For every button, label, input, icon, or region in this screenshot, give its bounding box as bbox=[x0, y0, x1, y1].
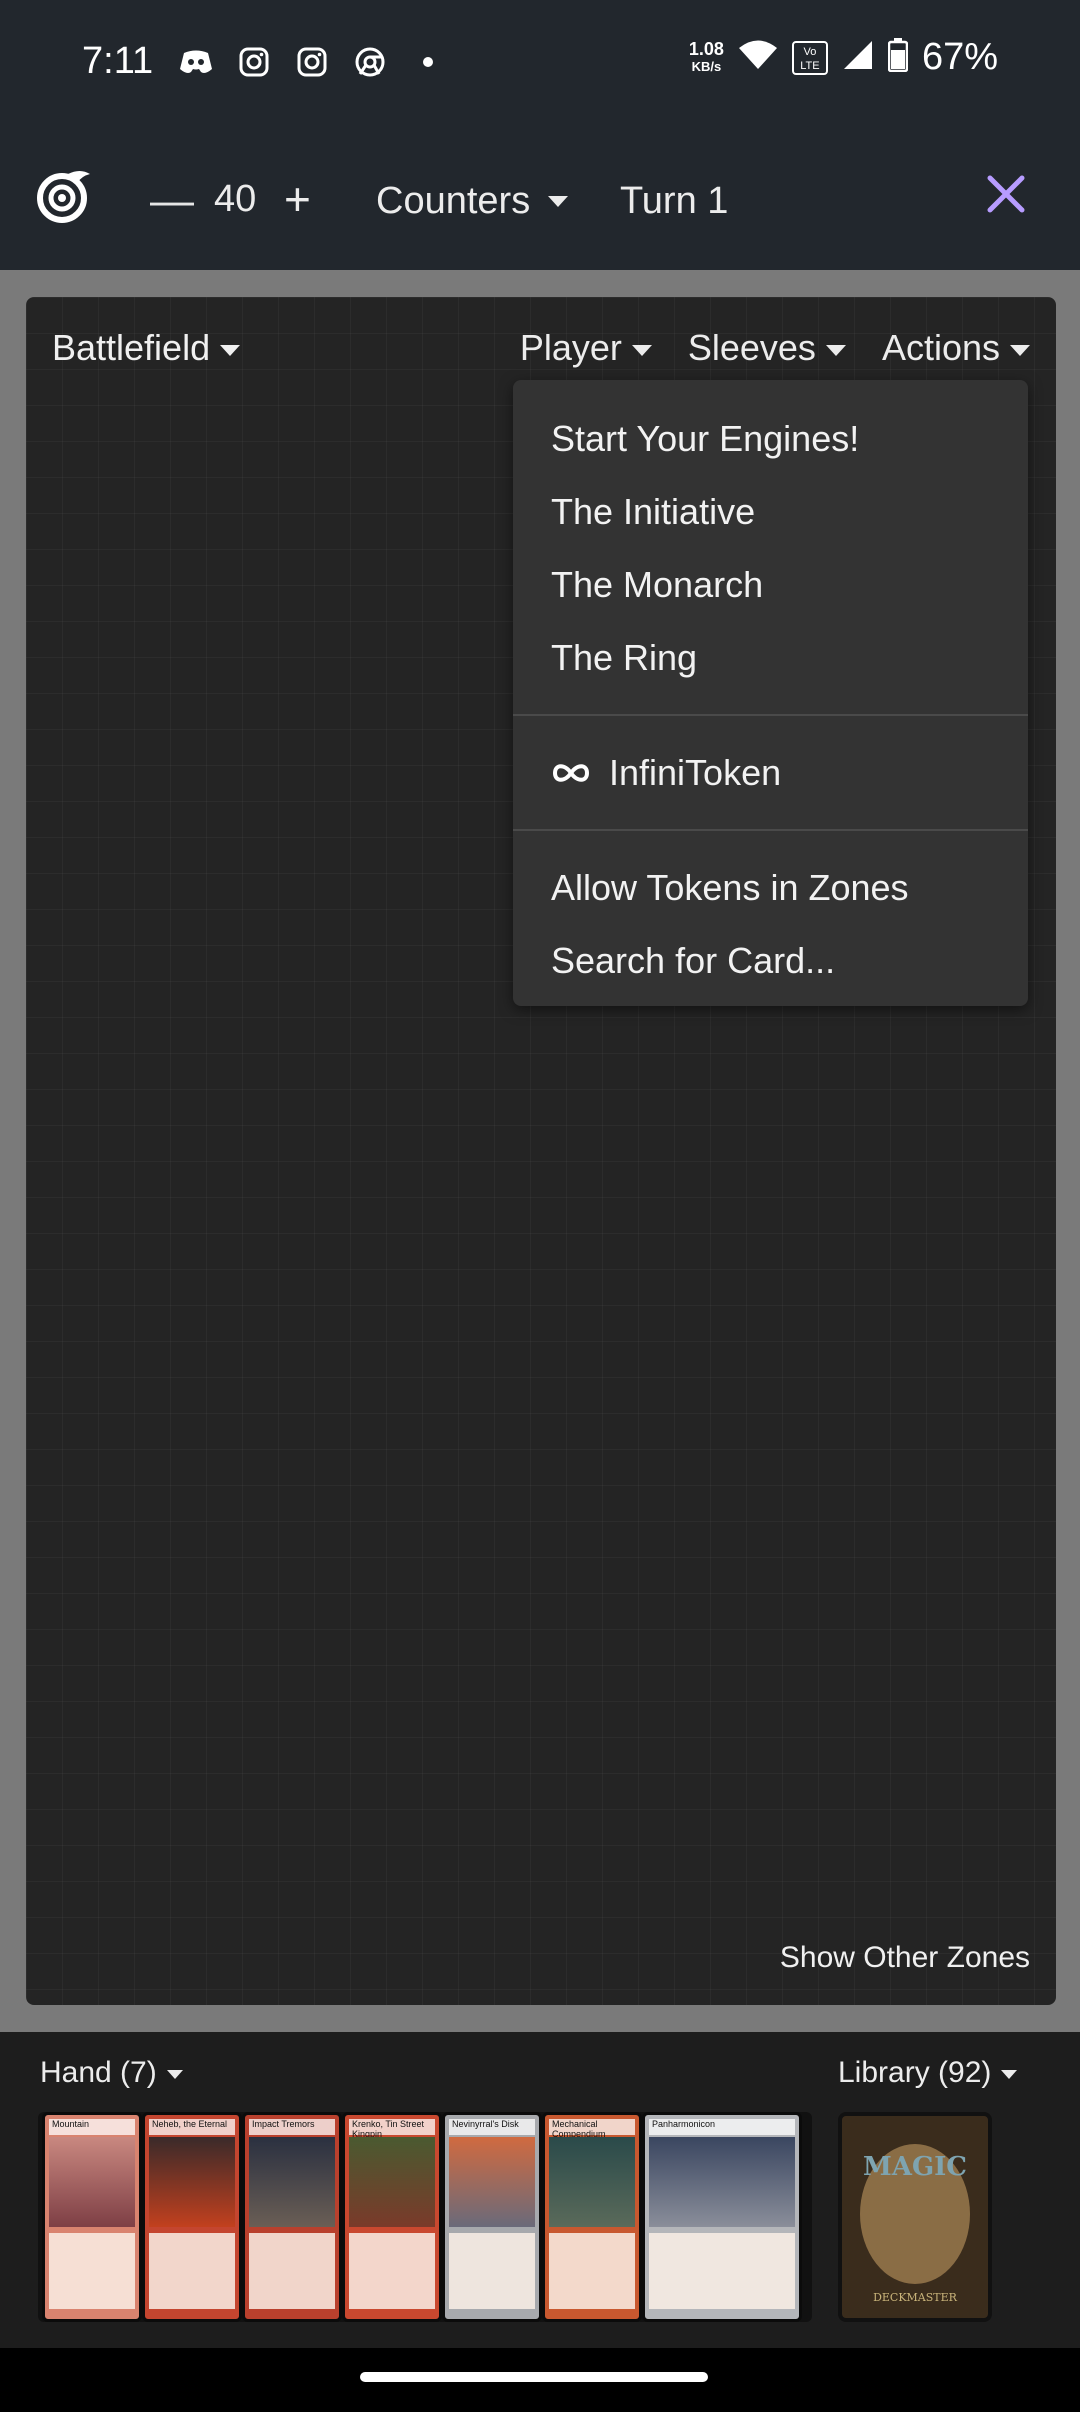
menu-divider bbox=[513, 714, 1028, 716]
card-art bbox=[649, 2137, 795, 2227]
hand-card[interactable]: Impact Tremors bbox=[242, 2112, 342, 2322]
chrome-icon bbox=[352, 44, 388, 80]
battery-icon bbox=[887, 38, 909, 77]
card-name: Nevinyrral's Disk bbox=[449, 2119, 535, 2135]
card-text-box bbox=[49, 2233, 135, 2309]
actions-menu-label: Actions bbox=[881, 327, 1000, 368]
infinitoken-label: InfiniToken bbox=[609, 751, 782, 793]
volte-label: Vo LTE bbox=[800, 45, 820, 72]
card-back-deckmaster: DECKMASTER bbox=[873, 2291, 957, 2304]
sleeves-menu-label: Sleeves bbox=[687, 327, 816, 368]
life-increase-button[interactable]: + bbox=[284, 172, 311, 226]
hand-cards: Mountain Neheb, the Eternal Impact Tremo… bbox=[38, 2112, 812, 2322]
sleeves-menu-button[interactable]: Sleeves bbox=[688, 327, 846, 369]
wifi-icon bbox=[738, 39, 778, 76]
counters-dropdown[interactable]: Counters bbox=[376, 180, 569, 223]
discord-icon bbox=[178, 44, 214, 80]
menu-item-search-for-card[interactable]: Search for Card... bbox=[513, 924, 1028, 997]
network-speed: 1.08 KB/s bbox=[689, 40, 724, 76]
card-text-box bbox=[249, 2233, 335, 2309]
status-time: 7:11 bbox=[82, 40, 154, 82]
menu-item-the-monarch[interactable]: The Monarch bbox=[513, 548, 1028, 621]
zone-label: Battlefield bbox=[52, 327, 211, 368]
home-gesture-handle[interactable] bbox=[360, 2372, 708, 2382]
library-card-back[interactable]: MAGIC DECKMASTER bbox=[838, 2112, 992, 2322]
network-speed-value: 1.08 bbox=[688, 38, 724, 59]
card-name: Krenko, Tin Street Kingpin bbox=[349, 2119, 435, 2139]
battery-percent: 67% bbox=[921, 36, 998, 78]
chevron-down-icon bbox=[166, 2069, 183, 2079]
board-menu-bar: Player Sleeves Actions bbox=[520, 327, 1030, 369]
dot-icon bbox=[410, 44, 446, 80]
menu-item-the-initiative[interactable]: The Initiative bbox=[513, 475, 1028, 548]
menu-item-start-your-engines[interactable]: Start Your Engines! bbox=[513, 402, 1028, 475]
card-name: Mountain bbox=[49, 2119, 135, 2135]
turn-indicator[interactable]: Turn 1 bbox=[620, 180, 728, 223]
library-dropdown[interactable]: Library (92) bbox=[838, 2056, 1018, 2090]
instagram-icon bbox=[236, 44, 272, 80]
menu-item-the-ring[interactable]: The Ring bbox=[513, 621, 1028, 694]
menu-item-infinitoken[interactable]: InfiniToken bbox=[513, 736, 1028, 809]
card-art bbox=[449, 2137, 535, 2227]
card-name: Panharmonicon bbox=[649, 2119, 795, 2135]
hand-card[interactable]: Mechanical Compendium bbox=[542, 2112, 642, 2322]
volte-icon: Vo LTE bbox=[791, 40, 828, 75]
player-menu-button[interactable]: Player bbox=[520, 327, 652, 369]
close-icon[interactable] bbox=[980, 168, 1032, 220]
hand-label: Hand (7) bbox=[40, 2056, 157, 2089]
instagram-icon bbox=[294, 44, 330, 80]
navigation-bar bbox=[0, 2348, 1080, 2412]
library-label: Library (92) bbox=[838, 2056, 992, 2089]
app-toolbar: — 40 + Counters Turn 1 bbox=[0, 124, 1080, 270]
notification-icons bbox=[178, 44, 446, 80]
zone-selector[interactable]: Battlefield bbox=[52, 327, 241, 369]
card-text-box bbox=[149, 2233, 235, 2309]
chevron-down-icon bbox=[548, 196, 569, 207]
network-speed-unit: KB/s bbox=[691, 58, 722, 74]
counters-label: Counters bbox=[376, 180, 531, 222]
chevron-down-icon bbox=[220, 344, 241, 356]
actions-menu-button[interactable]: Actions bbox=[882, 327, 1030, 369]
card-text-box bbox=[549, 2233, 635, 2309]
hand-card[interactable]: Panharmonicon bbox=[642, 2112, 802, 2322]
hand-card[interactable]: Neheb, the Eternal bbox=[142, 2112, 242, 2322]
app-logo-icon[interactable] bbox=[36, 166, 92, 226]
chevron-down-icon bbox=[825, 344, 846, 356]
chevron-down-icon bbox=[1010, 344, 1030, 356]
card-art bbox=[149, 2137, 235, 2227]
show-other-zones-button[interactable]: Show Other Zones bbox=[780, 1941, 1030, 1975]
life-decrease-button[interactable]: — bbox=[150, 176, 194, 226]
signal-icon bbox=[842, 39, 874, 76]
status-bar: 7:11 1.08 KB/s Vo LTE 67% bbox=[0, 0, 1080, 124]
card-back-logo: MAGIC bbox=[862, 2152, 967, 2182]
infinity-icon bbox=[552, 763, 590, 782]
menu-item-allow-tokens-in-zones[interactable]: Allow Tokens in Zones bbox=[513, 851, 1028, 924]
card-text-box bbox=[649, 2233, 795, 2309]
card-art bbox=[49, 2137, 135, 2227]
chevron-down-icon bbox=[631, 344, 652, 356]
life-total: 40 bbox=[214, 178, 257, 220]
player-menu-label: Player bbox=[519, 327, 622, 368]
hand-card[interactable]: Nevinyrral's Disk bbox=[442, 2112, 542, 2322]
system-status: 1.08 KB/s Vo LTE 67% bbox=[689, 36, 998, 79]
card-name: Neheb, the Eternal bbox=[149, 2119, 235, 2135]
card-art bbox=[349, 2137, 435, 2227]
card-name: Mechanical Compendium bbox=[549, 2119, 635, 2139]
card-name: Impact Tremors bbox=[249, 2119, 335, 2135]
card-art bbox=[249, 2137, 335, 2227]
actions-dropdown-menu: Start Your Engines! The Initiative The M… bbox=[513, 380, 1028, 1006]
hand-card[interactable]: Krenko, Tin Street Kingpin bbox=[342, 2112, 442, 2322]
card-art bbox=[549, 2137, 635, 2227]
chevron-down-icon bbox=[1001, 2069, 1018, 2079]
card-text-box bbox=[449, 2233, 535, 2309]
card-text-box bbox=[349, 2233, 435, 2309]
bottom-tray: Hand (7) Library (92) Mountain Neheb, th… bbox=[0, 2032, 1080, 2348]
hand-card[interactable]: Mountain bbox=[42, 2112, 142, 2322]
menu-divider bbox=[513, 829, 1028, 831]
hand-dropdown[interactable]: Hand (7) bbox=[40, 2056, 183, 2090]
